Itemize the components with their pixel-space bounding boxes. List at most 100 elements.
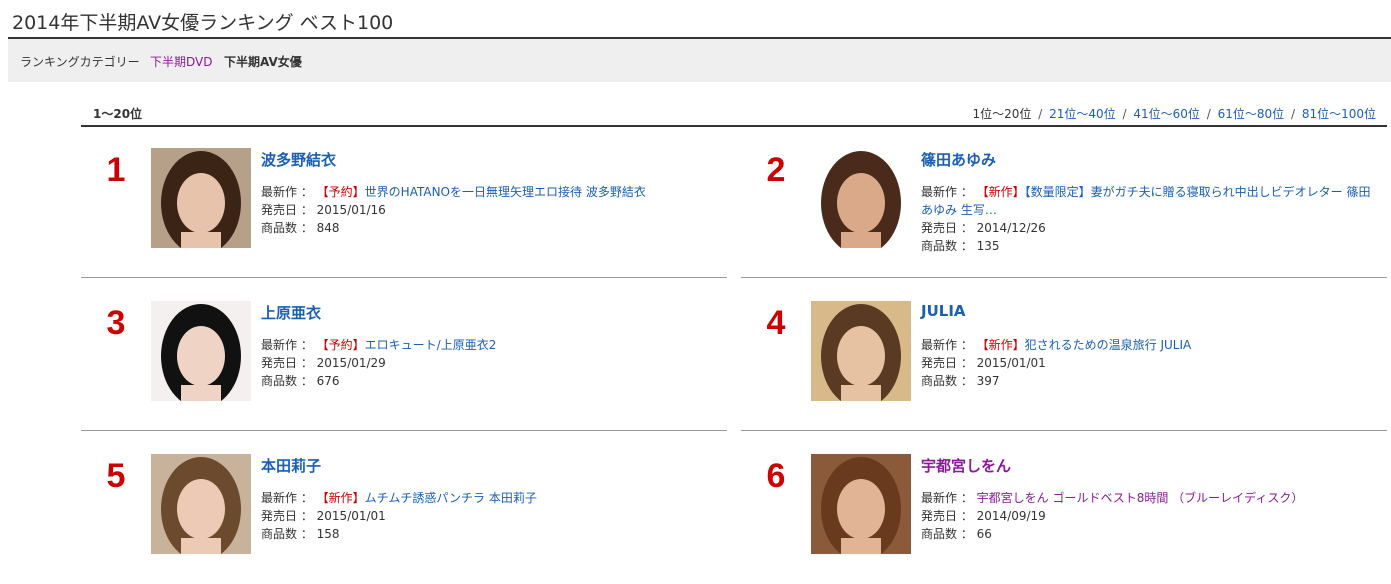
rank-number: 2	[766, 151, 786, 189]
actress-name-link[interactable]: 波多野結衣	[261, 149, 336, 170]
card-divider	[741, 430, 1387, 431]
portrait-neck	[181, 538, 221, 554]
latest-work-row: 最新作 ： 【新作】【数量限定】妻がガチ夫に贈る寝取られ中出しビデオレター 篠田…	[921, 183, 1381, 219]
count-label: 商品数 ：	[261, 374, 313, 388]
actress-photo[interactable]	[151, 148, 251, 248]
release-label: 発売日 ：	[921, 509, 973, 523]
release-date: 2015/01/29	[316, 356, 386, 370]
latest-label: 最新作 ：	[261, 338, 313, 352]
portrait-neck	[841, 385, 881, 401]
pager-link-21-40[interactable]: 21位～40位	[1049, 107, 1116, 121]
count-label: 商品数 ：	[261, 527, 313, 541]
actress-name-link[interactable]: 宇都宮しをん	[921, 455, 1011, 476]
portrait-image	[151, 454, 251, 554]
release-date-row: 発売日 ： 2015/01/29	[261, 354, 721, 372]
product-count-row: 商品数 ： 66	[921, 525, 1381, 543]
product-count-row: 商品数 ： 397	[921, 372, 1381, 390]
product-count: 135	[976, 239, 1000, 253]
category-current: 下半期AV女優	[224, 55, 302, 69]
status-tag: 【新作】	[976, 185, 1025, 199]
actress-name-link[interactable]: 篠田あゆみ	[921, 149, 996, 170]
rank-number: 5	[106, 457, 126, 495]
portrait-image	[811, 148, 911, 248]
release-date: 2015/01/01	[316, 509, 386, 523]
pager-link-81-100[interactable]: 81位～100位	[1302, 107, 1376, 121]
product-count: 848	[316, 221, 340, 235]
pager-link-41-60[interactable]: 41位～60位	[1133, 107, 1200, 121]
rank-number: 4	[766, 304, 786, 342]
release-date-row: 発売日 ： 2014/12/26	[921, 219, 1381, 237]
status-tag: 【新作】	[316, 491, 365, 505]
category-link-dvd[interactable]: 下半期DVD	[150, 53, 212, 70]
rank-number: 6	[766, 457, 786, 495]
card-divider	[81, 277, 727, 278]
product-count: 66	[976, 527, 992, 541]
list-divider	[81, 125, 1387, 127]
latest-work-link[interactable]: ムチムチ誘惑パンチラ 本田莉子	[365, 491, 537, 505]
portrait-face	[837, 173, 885, 233]
portrait-face	[177, 479, 225, 539]
actress-photo[interactable]	[151, 301, 251, 401]
count-label: 商品数 ：	[921, 239, 973, 253]
release-label: 発売日 ：	[261, 203, 313, 217]
pager-link-61-80[interactable]: 61位～80位	[1218, 107, 1285, 121]
count-label: 商品数 ：	[261, 221, 313, 235]
portrait-neck	[841, 232, 881, 248]
latest-work-link[interactable]: 宇都宮しをん ゴールドベスト8時間 （ブルーレイディスク）	[977, 491, 1304, 505]
portrait-image	[811, 454, 911, 554]
actress-photo[interactable]	[811, 454, 911, 554]
actress-name-link[interactable]: 上原亜衣	[261, 302, 321, 323]
release-date: 2015/01/01	[976, 356, 1046, 370]
pager: 1位～20位 / 21位～40位 / 41位～60位 / 61位～80位 / 8…	[972, 105, 1376, 122]
actress-details: 最新作 ： 【新作】【数量限定】妻がガチ夫に贈る寝取られ中出しビデオレター 篠田…	[921, 183, 1381, 255]
release-date-row: 発売日 ： 2014/09/19	[921, 507, 1381, 525]
card-divider	[81, 430, 727, 431]
rank-number: 1	[106, 151, 126, 189]
release-date-row: 発売日 ： 2015/01/01	[921, 354, 1381, 372]
latest-label: 最新作 ：	[921, 338, 973, 352]
rank-number: 3	[106, 304, 126, 342]
latest-work-row: 最新作 ： 【新作】犯されるための温泉旅行 JULIA	[921, 336, 1381, 354]
latest-work-row: 最新作 ： 【予約】世界のHATANOを一日無理矢理エロ接待 波多野結衣	[261, 183, 721, 201]
pager-separator: /	[1038, 107, 1043, 121]
ranking-card: 5 本田莉子 最新作 ： 【新作】ムチムチ誘惑パンチラ 本田莉子 発売日 ： 2…	[81, 434, 727, 584]
portrait-neck	[841, 538, 881, 554]
product-count-row: 商品数 ： 135	[921, 237, 1381, 255]
release-label: 発売日 ：	[261, 356, 313, 370]
actress-details: 最新作 ： 【予約】エロキュート/上原亜衣2 発売日 ： 2015/01/29 …	[261, 336, 721, 390]
page-title: 2014年下半期AV女優ランキング ベスト100	[12, 12, 394, 34]
release-date: 2014/12/26	[976, 221, 1046, 235]
product-count-row: 商品数 ： 848	[261, 219, 721, 237]
actress-photo[interactable]	[811, 301, 911, 401]
release-label: 発売日 ：	[921, 221, 973, 235]
status-tag: 【新作】	[976, 338, 1025, 352]
actress-photo[interactable]	[811, 148, 911, 248]
actress-photo[interactable]	[151, 454, 251, 554]
latest-work-link[interactable]: エロキュート/上原亜衣2	[365, 338, 497, 352]
pager-current: 1位～20位	[972, 107, 1032, 121]
latest-label: 最新作 ：	[261, 185, 313, 199]
actress-name-link[interactable]: JULIA	[921, 302, 966, 320]
portrait-face	[177, 173, 225, 233]
count-label: 商品数 ：	[921, 374, 973, 388]
latest-work-link[interactable]: 犯されるための温泉旅行 JULIA	[1025, 338, 1192, 352]
product-count-row: 商品数 ： 158	[261, 525, 721, 543]
ranking-card: 2 篠田あゆみ 最新作 ： 【新作】【数量限定】妻がガチ夫に贈る寝取られ中出しビ…	[741, 128, 1387, 278]
actress-name-link[interactable]: 本田莉子	[261, 455, 321, 476]
count-label: 商品数 ：	[921, 527, 973, 541]
card-divider	[741, 277, 1387, 278]
pager-separator: /	[1122, 107, 1127, 121]
portrait-image	[151, 148, 251, 248]
latest-label: 最新作 ：	[261, 491, 313, 505]
ranking-card: 6 宇都宮しをん 最新作 ： 宇都宮しをん ゴールドベスト8時間 （ブルーレイデ…	[741, 434, 1387, 584]
portrait-image	[151, 301, 251, 401]
latest-work-link[interactable]: 世界のHATANOを一日無理矢理エロ接待 波多野結衣	[365, 185, 646, 199]
product-count: 676	[316, 374, 340, 388]
actress-details: 最新作 ： 【新作】犯されるための温泉旅行 JULIA 発売日 ： 2015/0…	[921, 336, 1381, 390]
actress-details: 最新作 ： 【予約】世界のHATANOを一日無理矢理エロ接待 波多野結衣 発売日…	[261, 183, 721, 237]
latest-label: 最新作 ：	[921, 491, 973, 505]
portrait-image	[811, 301, 911, 401]
product-count: 397	[976, 374, 1000, 388]
category-bar: ランキングカテゴリー 下半期DVD 下半期AV女優	[8, 39, 1391, 82]
latest-work-row: 最新作 ： 【予約】エロキュート/上原亜衣2	[261, 336, 721, 354]
